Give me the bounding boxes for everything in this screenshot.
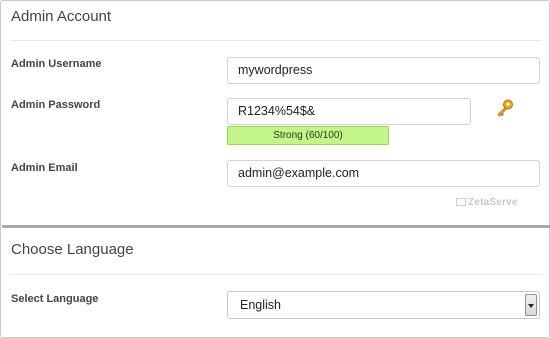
section-separator (2, 225, 550, 228)
section-divider (11, 274, 541, 275)
brand-text: ZetaServe (468, 197, 518, 208)
choose-language-title: Choose Language (11, 241, 134, 258)
chevron-down-icon[interactable] (525, 294, 537, 316)
password-strength-meter: Strong (60/100) (227, 126, 389, 145)
admin-password-label: Admin Password (11, 99, 101, 111)
section-divider (11, 40, 541, 41)
admin-username-label: Admin Username (11, 58, 102, 70)
select-language-label: Select Language (11, 293, 99, 305)
language-select-value: English (240, 298, 281, 312)
install-form-panel: Admin Account Admin Username mywordpress… (0, 0, 550, 338)
admin-account-title: Admin Account (11, 8, 112, 25)
admin-email-input[interactable]: admin@example.com (227, 160, 540, 187)
admin-username-input[interactable]: mywordpress (227, 57, 540, 84)
key-icon[interactable] (495, 98, 515, 118)
language-select[interactable]: English (227, 291, 540, 319)
brand-watermark: ZetaServe (456, 197, 518, 208)
admin-password-input[interactable]: R1234%54$& (227, 98, 471, 125)
admin-email-label: Admin Email (11, 162, 78, 174)
brand-logo-icon (456, 198, 466, 206)
